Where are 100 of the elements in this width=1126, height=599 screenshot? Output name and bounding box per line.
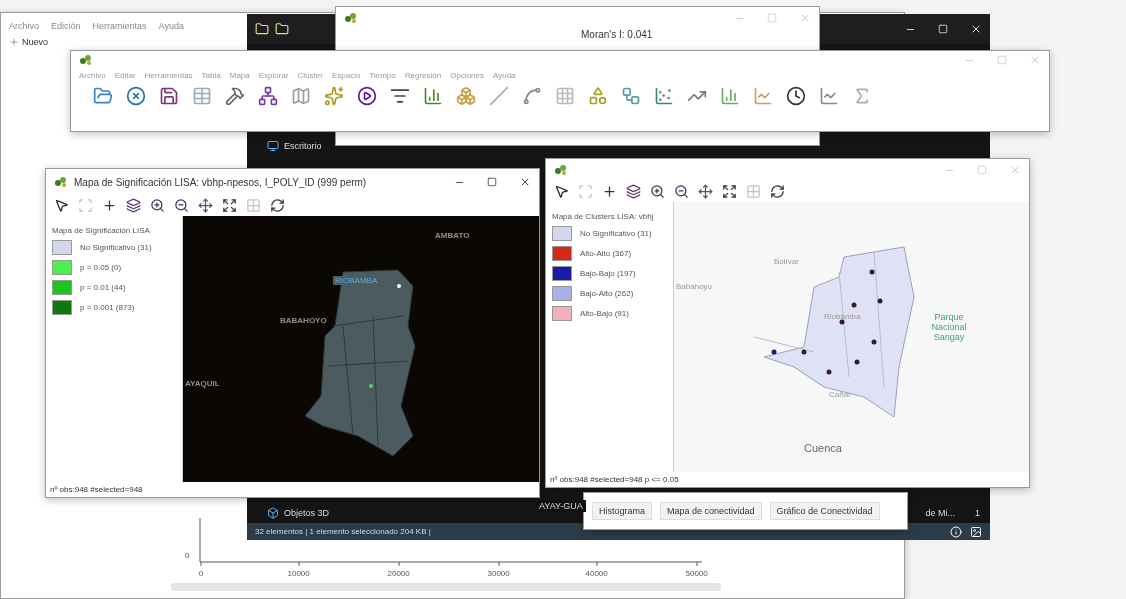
info-icon[interactable]	[950, 525, 962, 538]
map-icon[interactable]	[291, 86, 311, 106]
hammer-icon[interactable]	[225, 86, 245, 106]
pointer-icon[interactable]	[54, 198, 69, 213]
layers-icon[interactable]	[626, 184, 641, 199]
place-label: Cuenca	[804, 442, 842, 454]
menu-item[interactable]: Herramientas	[92, 21, 147, 31]
map-view[interactable]: AMBATO BABAHOYO RIOBAMBA AYAQUIL	[183, 216, 539, 482]
place-label: AYAQUIL	[184, 379, 221, 388]
clock-icon[interactable]	[786, 86, 806, 106]
horizontal-scrollbar[interactable]	[171, 583, 721, 591]
curve-icon[interactable]	[522, 86, 542, 106]
zoom-in-icon[interactable]	[150, 198, 165, 213]
menu-item[interactable]: Archivo	[9, 21, 39, 31]
legend-label: Alto-Bajo (91)	[580, 309, 629, 318]
close-icon[interactable]	[519, 176, 531, 188]
play-icon[interactable]	[357, 86, 377, 106]
scatter-icon[interactable]	[654, 86, 674, 106]
axis-tick-label: 0	[185, 551, 190, 560]
legend-label: Bajo-Bajo (197)	[580, 269, 636, 278]
place-label: Babahoyo	[676, 282, 713, 291]
app-logo-icon	[554, 164, 568, 176]
count-text: 1	[975, 508, 980, 518]
statistic-text: Moran's I: 0.041	[580, 29, 654, 40]
legend-label: p = 0.05 (0)	[80, 263, 122, 272]
layers-icon[interactable]	[126, 198, 141, 213]
histogram-icon[interactable]	[720, 86, 740, 106]
plus-icon[interactable]	[102, 198, 117, 213]
nav-item[interactable]: Escritorio	[284, 141, 322, 151]
popup-button[interactable]: Histograma	[592, 502, 652, 520]
menu-item[interactable]: Clúster	[297, 71, 323, 80]
save-icon[interactable]	[159, 86, 179, 106]
legend-label: Bajo-Alto (262)	[580, 289, 634, 298]
app-logo-icon	[344, 12, 358, 24]
network-icon[interactable]	[258, 86, 278, 106]
fit-icon[interactable]	[722, 184, 737, 199]
app-logo-icon	[79, 54, 93, 66]
circle-x-icon[interactable]	[126, 86, 146, 106]
legend-label: p = 0.01 (44)	[80, 283, 126, 292]
refresh-icon[interactable]	[770, 184, 785, 199]
image-icon[interactable]	[970, 525, 982, 538]
legend-title: Mapa de Clusters LISA: vbhj	[552, 212, 655, 221]
window-title: Mapa de Significación LISA: vbhp-npesos, I_POLY_ID (999 perm)	[74, 176, 368, 188]
popup-button[interactable]: Gráfico de Conectividad	[769, 502, 880, 520]
zoom-in-icon[interactable]	[650, 184, 665, 199]
menu-item[interactable]: Opciones	[450, 71, 484, 80]
series-icon[interactable]	[819, 86, 839, 106]
popup-button[interactable]: Mapa de conectividad	[660, 502, 762, 520]
maximize-icon[interactable]	[487, 177, 497, 187]
column-text: de Mi...	[925, 508, 955, 518]
plus-icon[interactable]	[602, 184, 617, 199]
place-label: BABAHOYO	[279, 316, 328, 325]
place-label: RIOBAMBA	[333, 276, 380, 285]
place-label: Bolívar	[774, 257, 799, 266]
menu-item[interactable]: Editar	[114, 71, 136, 80]
place-label: AMBATO	[434, 231, 471, 240]
legend-label: p = 0.001 (873)	[80, 303, 135, 312]
column-text: AYAY-GUA	[536, 500, 586, 512]
nav-item[interactable]: Objetos 3D	[284, 508, 330, 518]
folder-icon[interactable]	[255, 22, 269, 36]
menu-item[interactable]: Edición	[51, 21, 81, 31]
axis-tick-label: 0	[198, 569, 204, 578]
zoom-out-icon[interactable]	[674, 184, 689, 199]
menu-item[interactable]: Herramientas	[144, 71, 193, 80]
menu-item[interactable]: Ayuda	[158, 21, 184, 31]
refresh-icon[interactable]	[270, 198, 285, 213]
fit-icon[interactable]	[222, 198, 237, 213]
menu-item[interactable]: Ayuda	[493, 71, 516, 80]
legend-label: Alto-Alto (367)	[580, 249, 632, 258]
menu-item[interactable]: Mapa	[229, 71, 250, 80]
pan-icon[interactable]	[698, 184, 713, 199]
list-icon[interactable]	[390, 86, 410, 106]
axis-tick-label: 40000	[585, 569, 608, 578]
menu-item[interactable]: Regresión	[404, 71, 442, 80]
menu-item[interactable]: Tiempo	[369, 71, 396, 80]
menu-item[interactable]: Tabla	[201, 71, 221, 80]
sparkles-icon[interactable]	[324, 86, 344, 106]
bar-chart-icon[interactable]	[423, 86, 443, 106]
zoom-out-icon[interactable]	[174, 198, 189, 213]
pointer-icon[interactable]	[554, 184, 569, 199]
menu-item[interactable]: Espacio	[331, 71, 361, 80]
shapes-icon[interactable]	[588, 86, 608, 106]
cube-icon	[267, 507, 279, 519]
legend-label: No Significativo (31)	[80, 243, 152, 252]
folder-icon[interactable]	[275, 22, 289, 36]
map-view[interactable]: Bolívar Babahoyo Riobamba Parque Nacional Sangay Cañar Cuenca	[674, 202, 1029, 472]
axis-tick-label: 20000	[387, 569, 410, 578]
legend-label: No Significativo (31)	[580, 229, 652, 238]
new-button[interactable]: Nuevo	[9, 37, 48, 47]
workflow-icon[interactable]	[621, 86, 641, 106]
menu-item[interactable]: Explorar	[258, 71, 289, 80]
menu-item[interactable]: Archivo	[79, 71, 106, 80]
app-logo-icon	[54, 176, 68, 188]
close-icon[interactable]	[970, 23, 982, 35]
axis-tick-label: 10000	[287, 569, 310, 578]
pan-icon[interactable]	[198, 198, 213, 213]
place-label: Riobamba	[824, 312, 861, 321]
desktop-icon	[267, 140, 279, 152]
status-bar-text: nº obs:948 #selected=948	[49, 484, 144, 496]
axis-tick-label: 50000	[685, 569, 708, 578]
